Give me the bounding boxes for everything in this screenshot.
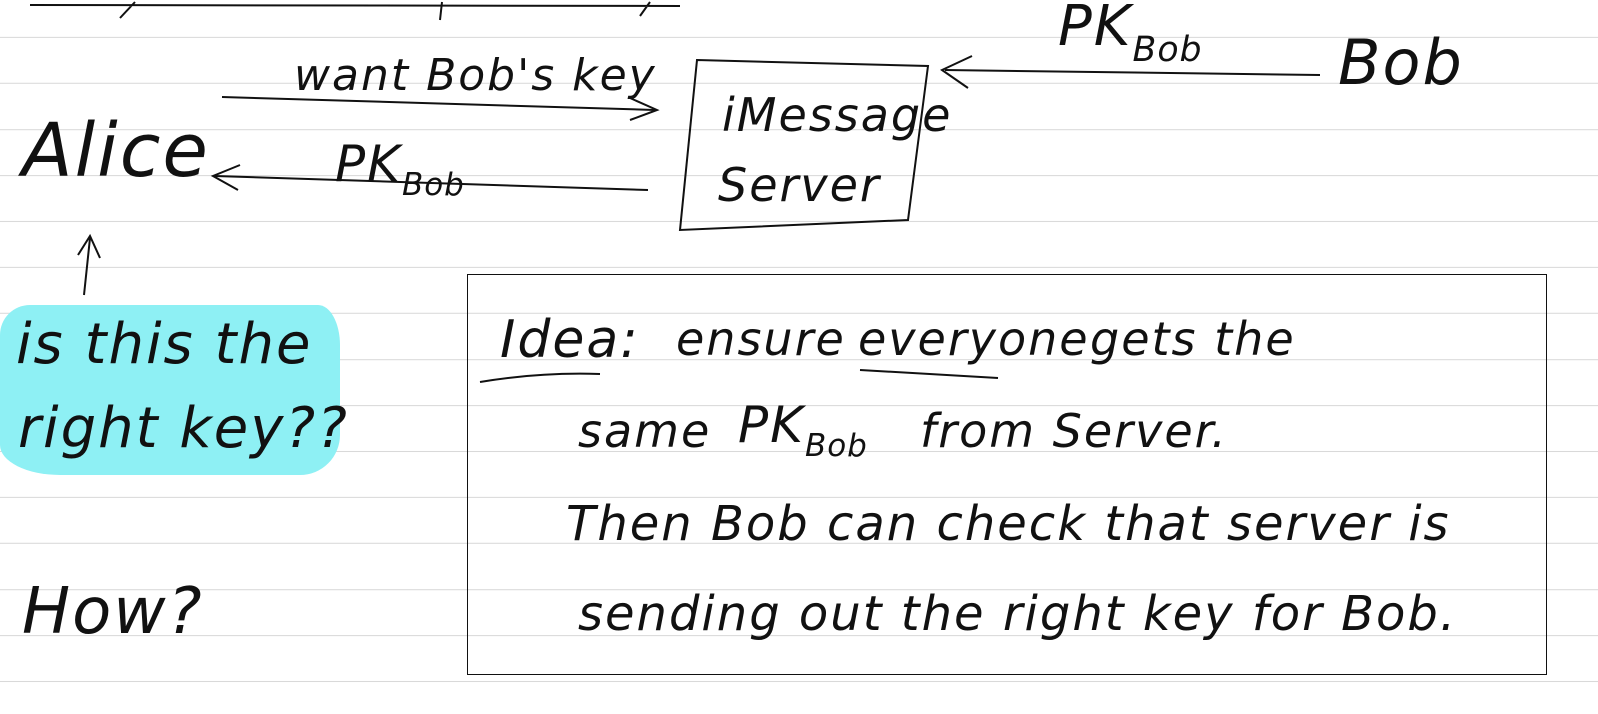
idea-line1-part1: ensure (676, 312, 846, 366)
pk-text: PK (335, 135, 402, 193)
pk-subscript: Bob (804, 427, 868, 464)
pk-to-alice-label: PKBob (335, 135, 465, 203)
idea-line2-part2: from Server. (920, 404, 1228, 458)
question-line1: is this the (16, 312, 313, 377)
bob-to-server-arrow (944, 69, 1321, 76)
question-line2: right key?? (18, 396, 349, 461)
idea-line1-part2: gets the (1090, 312, 1296, 366)
up-arrow (77, 233, 101, 296)
bob-label: Bob (1338, 26, 1464, 99)
idea-line2-pk: PKBob (738, 396, 868, 464)
pk-text: PK (1058, 0, 1133, 59)
idea-line4: sending out the right key for Bob. (578, 586, 1458, 642)
request-label: want Bob's key (294, 50, 657, 101)
server-label-line1: iMessage (722, 88, 953, 142)
how-label: How? (22, 575, 204, 649)
server-label-line2: Server (718, 158, 881, 212)
idea-line1-emphasis: everyone (858, 312, 1090, 366)
pk-subscript: Bob (401, 166, 465, 203)
pk-from-bob-label: PKBob (1058, 0, 1203, 70)
idea-line3: Then Bob can check that server is (566, 496, 1451, 552)
bob-to-server-arrowhead (939, 55, 973, 89)
idea-heading: Idea: (500, 310, 640, 370)
pk-subscript: Bob (1132, 29, 1203, 70)
idea-line2-part1: same (578, 404, 712, 458)
pk-text: PK (738, 396, 805, 454)
top-cut-stroke (29, 1, 681, 21)
alice-label: Alice (22, 108, 210, 194)
